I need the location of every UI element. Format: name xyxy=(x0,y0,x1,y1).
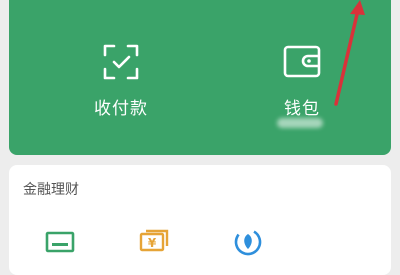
wealth-icon[interactable] xyxy=(232,225,264,257)
blurred-balance xyxy=(277,118,323,128)
money-icon[interactable]: ¥ xyxy=(138,225,170,257)
svg-text:¥: ¥ xyxy=(148,236,157,250)
finance-section-title: 金融理财 xyxy=(23,182,79,198)
finance-section: 金融理财 ¥ xyxy=(9,165,391,275)
pay-receive-label: 收付款 xyxy=(94,99,148,119)
wallet-icon xyxy=(283,45,321,78)
qr-scan-icon xyxy=(103,44,139,80)
pay-receive-button[interactable]: 收付款 xyxy=(61,42,181,119)
wallet-button[interactable]: 钱包 xyxy=(242,42,362,119)
services-card: 收付款 钱包 xyxy=(9,0,391,155)
wallet-label: 钱包 xyxy=(284,99,320,119)
credit-card-icon[interactable] xyxy=(44,225,76,257)
